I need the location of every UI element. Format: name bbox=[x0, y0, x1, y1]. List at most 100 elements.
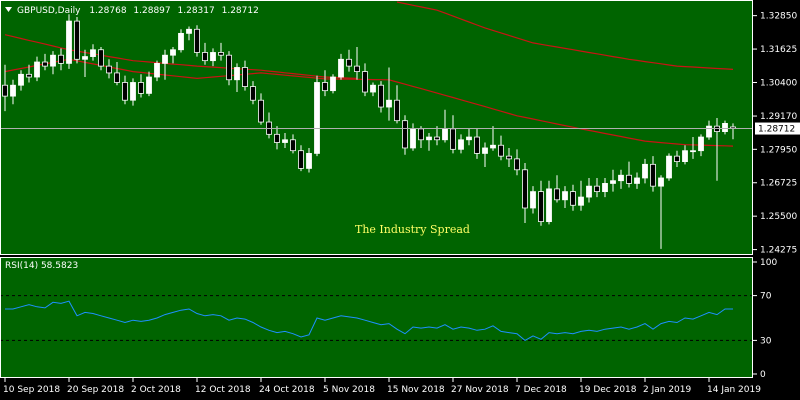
candle-body bbox=[18, 73, 24, 86]
candle-body bbox=[154, 62, 160, 78]
candle[interactable] bbox=[330, 74, 336, 94]
time-tick-label: 7 Dec 2018 bbox=[515, 385, 567, 395]
candle-body bbox=[338, 58, 344, 78]
candle-body bbox=[690, 150, 696, 153]
candle[interactable] bbox=[66, 14, 72, 69]
rsi-label: RSI(14) 58.5823 bbox=[5, 261, 78, 271]
candle-body bbox=[650, 163, 656, 187]
candle-body bbox=[362, 71, 368, 93]
candle-body bbox=[138, 82, 144, 94]
price-axis: 1.32850 1.31625 1.30400 1.29170 1.27950 1.267… bbox=[753, 12, 800, 256]
candle-body bbox=[722, 123, 728, 132]
candle-body bbox=[2, 84, 8, 97]
candle-body bbox=[42, 61, 48, 67]
price-tick-label: 1.30400 bbox=[760, 78, 797, 88]
candle-body bbox=[242, 67, 248, 87]
candle-body bbox=[490, 144, 496, 149]
candle[interactable] bbox=[194, 25, 200, 57]
chart-canvas: GBPUSD,Daily 1.28768 1.28897 1.28317 1.2… bbox=[0, 0, 800, 395]
candle-body bbox=[666, 155, 672, 179]
candle-body bbox=[50, 54, 56, 67]
time-tick-label: 5 Nov 2018 bbox=[323, 385, 375, 395]
candle-body bbox=[554, 188, 560, 201]
candle-body bbox=[66, 20, 72, 64]
candle-body bbox=[618, 174, 624, 182]
candle-body bbox=[98, 49, 104, 67]
candle-body bbox=[482, 147, 488, 154]
candle-body bbox=[442, 128, 448, 141]
candle-body bbox=[186, 28, 192, 34]
candle-body bbox=[146, 76, 152, 94]
candle-body bbox=[162, 54, 168, 64]
candle-body bbox=[82, 56, 88, 60]
candle-body bbox=[298, 150, 304, 169]
candle-body bbox=[394, 99, 400, 122]
candle-body bbox=[274, 133, 280, 143]
candle-body bbox=[602, 183, 608, 193]
price-tick-label: 1.26725 bbox=[760, 179, 797, 189]
candle-body bbox=[378, 84, 384, 108]
price-tick-label: 1.31625 bbox=[760, 45, 797, 55]
price-tick-label: 1.32850 bbox=[760, 12, 797, 22]
price-tick-label: 1.24275 bbox=[760, 246, 797, 256]
candle-body bbox=[458, 139, 464, 150]
time-tick-label: 10 Sep 2018 bbox=[3, 385, 60, 395]
candle-body bbox=[346, 58, 352, 67]
candle-body bbox=[402, 120, 408, 149]
candle-body bbox=[594, 185, 600, 193]
rsi-tick-label: 70 bbox=[760, 292, 772, 302]
candle-body bbox=[170, 49, 176, 56]
candle-body bbox=[10, 84, 16, 97]
candle[interactable] bbox=[666, 153, 672, 181]
candle-body bbox=[434, 136, 440, 141]
candle[interactable] bbox=[74, 17, 80, 64]
candle-body bbox=[58, 54, 64, 64]
candle[interactable] bbox=[226, 51, 232, 86]
candle-body bbox=[354, 65, 360, 72]
candle-body bbox=[258, 99, 264, 123]
candle-body bbox=[466, 136, 472, 141]
candle-body bbox=[114, 72, 120, 83]
candle-body bbox=[450, 128, 456, 150]
candle-body bbox=[674, 155, 680, 163]
time-tick-label: 14 Jan 2019 bbox=[707, 385, 761, 395]
candle-body bbox=[34, 61, 40, 78]
candle-body bbox=[546, 188, 552, 223]
candle-body bbox=[474, 136, 480, 154]
candle-body bbox=[234, 67, 240, 81]
price-panel[interactable] bbox=[0, 0, 753, 255]
candle-body bbox=[578, 196, 584, 206]
candle-body bbox=[706, 125, 712, 138]
candle[interactable] bbox=[314, 75, 320, 157]
candle-body bbox=[682, 150, 688, 163]
candle-body bbox=[290, 139, 296, 152]
candle-body bbox=[194, 28, 200, 53]
candle-body bbox=[226, 54, 232, 81]
candle-body bbox=[26, 73, 32, 78]
candle-body bbox=[106, 65, 112, 74]
rsi-tick-label: 30 bbox=[760, 336, 772, 346]
candle-body bbox=[514, 158, 520, 171]
time-tick-label: 20 Sep 2018 bbox=[67, 385, 124, 395]
time-tick-label: 12 Oct 2018 bbox=[195, 385, 251, 395]
candle-body bbox=[306, 153, 312, 169]
candle-body bbox=[642, 163, 648, 179]
candle-body bbox=[698, 136, 704, 152]
candle-body bbox=[626, 174, 632, 184]
candle-body bbox=[538, 191, 544, 223]
current-price-label: 1.28712 bbox=[758, 125, 795, 135]
candle-body bbox=[570, 191, 576, 206]
candle-body bbox=[178, 32, 184, 51]
candle-body bbox=[90, 49, 96, 57]
rsi-panel[interactable] bbox=[0, 257, 753, 378]
candle-body bbox=[282, 139, 288, 143]
candle-body bbox=[322, 82, 328, 92]
time-tick-label: 19 Dec 2018 bbox=[579, 385, 637, 395]
candle-body bbox=[218, 52, 224, 56]
candle-body bbox=[586, 185, 592, 198]
time-axis: 10 Sep 2018 20 Sep 2018 2 Oct 2018 12 Oct 2… bbox=[3, 378, 761, 395]
time-tick-label: 2 Jan 2019 bbox=[643, 385, 691, 395]
candle-body bbox=[426, 136, 432, 141]
candle-body bbox=[418, 128, 424, 141]
candle-body bbox=[562, 191, 568, 201]
